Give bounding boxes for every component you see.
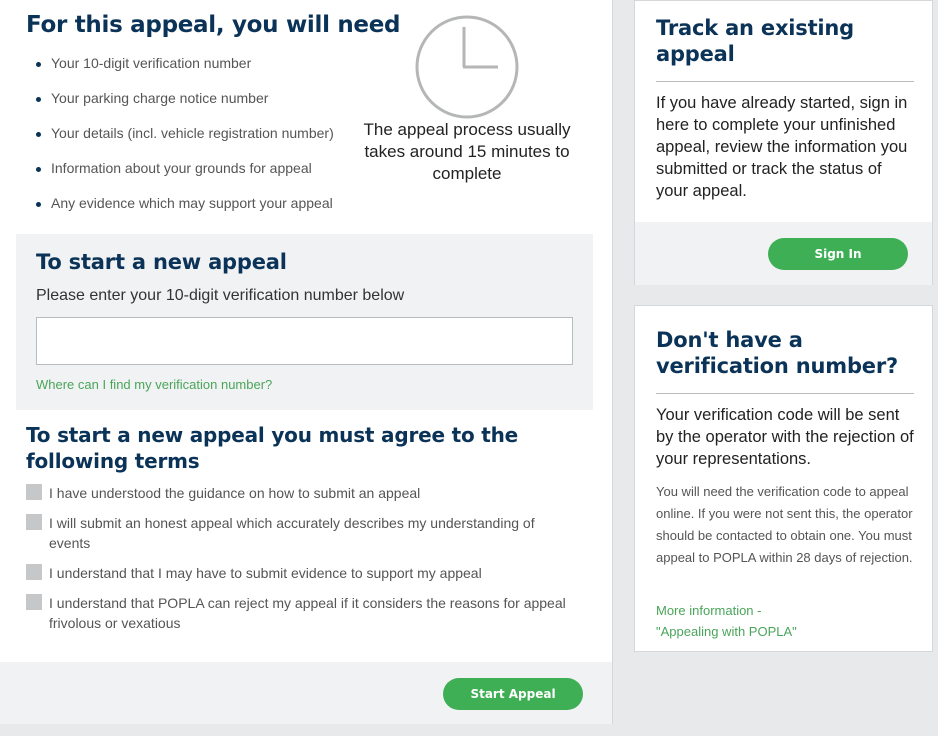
no-verification-detail: You will need the verification code to a… [656,484,913,565]
start-appeal-footer: Start Appeal [0,662,612,724]
appeal-main-panel: For this appeal, you will need Your 10-d… [0,0,613,724]
divider [656,393,914,394]
track-footer: Sign In [635,222,932,285]
term-item: I understand that I may have to submit e… [26,563,566,583]
new-appeal-section: To start a new appeal Please enter your … [16,234,593,410]
sign-in-button[interactable]: Sign In [768,238,908,270]
no-verification-lead: Your verification code will be sent by t… [656,406,914,468]
term-label: I have understood the guidance on how to… [49,485,421,501]
bullet-icon [36,167,41,172]
bullet-icon [36,202,41,207]
divider [656,81,914,82]
term-checkbox[interactable] [26,514,42,530]
bullet-icon [36,132,41,137]
terms-title: To start a new appeal you must agree to … [26,423,519,473]
requirement-item: Information about your grounds for appea… [36,160,334,195]
verification-number-input[interactable] [36,317,573,365]
terms-list: I have understood the guidance on how to… [26,483,566,643]
term-item: I understand that POPLA can reject my ap… [26,593,566,633]
find-verification-link[interactable]: Where can I find my verification number? [36,377,272,392]
more-information-link[interactable]: More information - "Appealing with POPLA… [656,600,797,642]
term-checkbox[interactable] [26,594,42,610]
term-label: I understand that POPLA can reject my ap… [49,595,566,631]
track-description: If you have already started, sign in her… [656,94,908,200]
bullet-icon [36,62,41,67]
term-item: I will submit an honest appeal which acc… [26,513,566,553]
term-checkbox[interactable] [26,564,42,580]
start-appeal-button[interactable]: Start Appeal [443,678,583,710]
requirement-item: Your details (incl. vehicle registration… [36,125,334,160]
requirement-item: Any evidence which may support your appe… [36,195,334,230]
clock-icon [415,15,519,119]
track-title: Track an existing appeal [656,16,855,66]
new-appeal-title: To start a new appeal [36,250,287,274]
no-verification-card: Don't have a verification number? Your v… [634,305,933,652]
term-checkbox[interactable] [26,484,42,500]
term-item: I have understood the guidance on how to… [26,483,566,503]
track-appeal-card: Track an existing appeal If you have alr… [634,0,933,285]
requirements-title: For this appeal, you will need [26,12,401,38]
requirement-item: Your 10-digit verification number [36,55,334,90]
term-label: I understand that I may have to submit e… [49,565,482,581]
no-verification-title: Don't have a verification number? [656,328,898,378]
bullet-icon [36,97,41,102]
duration-text: The appeal process usually takes around … [363,120,571,183]
verification-instruction: Please enter your 10-digit verification … [36,287,405,304]
requirements-list: Your 10-digit verification number Your p… [36,55,334,230]
requirement-item: Your parking charge notice number [36,90,334,125]
term-label: I will submit an honest appeal which acc… [49,515,535,551]
